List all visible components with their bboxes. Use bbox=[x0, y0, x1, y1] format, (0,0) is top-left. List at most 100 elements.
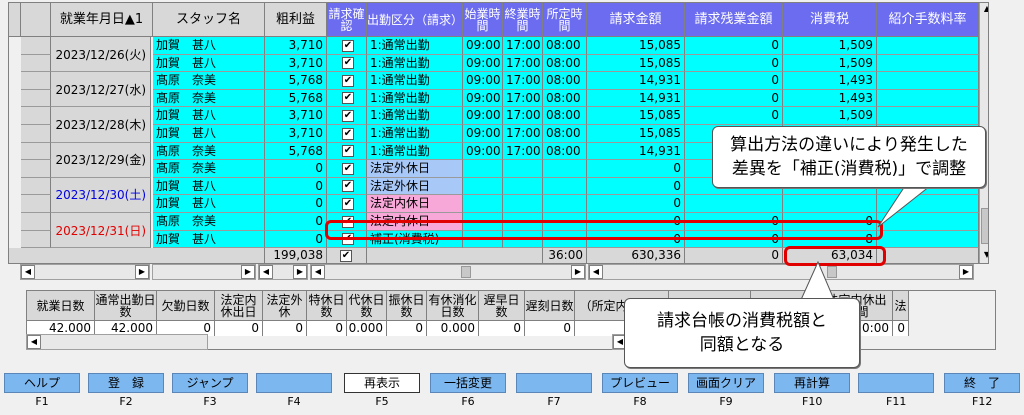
cell-fee[interactable] bbox=[877, 37, 979, 55]
cell-overtime[interactable] bbox=[685, 195, 783, 213]
cell-amount[interactable]: 15,085 bbox=[587, 107, 685, 125]
confirm-checkbox[interactable]: ✔ bbox=[342, 127, 354, 140]
date-cell[interactable]: 2023/12/30(土) bbox=[51, 177, 151, 213]
cell-tax[interactable]: 1,509 bbox=[783, 107, 877, 125]
cell-tax[interactable]: 1,509 bbox=[783, 54, 877, 73]
col-header-kubun[interactable]: 出勤区分（請求） bbox=[367, 3, 463, 37]
cell-fixed[interactable]: 08:00 bbox=[543, 89, 587, 108]
cell-end[interactable]: 17:00 bbox=[503, 37, 543, 55]
total-checkbox[interactable]: ✔ bbox=[340, 249, 352, 262]
hscroll-main-left-arrow[interactable]: ◀ bbox=[311, 265, 325, 279]
fkey-f12-button[interactable]: 終 了 bbox=[944, 373, 1020, 393]
row-selector[interactable] bbox=[21, 195, 51, 213]
cell-tax[interactable] bbox=[783, 195, 877, 213]
cell-profit[interactable]: 0 bbox=[265, 160, 327, 178]
cell-kubun[interactable]: 1:通常出勤 bbox=[367, 142, 463, 161]
cell-fee[interactable] bbox=[877, 89, 979, 108]
row-selector[interactable] bbox=[21, 213, 51, 231]
cell-start[interactable] bbox=[463, 160, 503, 178]
cell-kubun[interactable]: 法定外休日 bbox=[367, 160, 463, 178]
cell-end[interactable] bbox=[503, 195, 543, 213]
cell-fixed[interactable]: 08:00 bbox=[543, 37, 587, 55]
cell-amount[interactable]: 15,085 bbox=[587, 54, 685, 73]
fkey-f2-button[interactable]: 登 録 bbox=[88, 373, 164, 393]
cell-kubun[interactable]: 1:通常出勤 bbox=[367, 125, 463, 143]
row-selector[interactable] bbox=[21, 125, 51, 143]
cell-amount[interactable]: 15,085 bbox=[587, 125, 685, 143]
cell-staff[interactable]: 加賀 甚八 bbox=[153, 54, 265, 73]
row-selector[interactable] bbox=[21, 37, 51, 55]
fkey-f7-button[interactable] bbox=[516, 373, 592, 393]
col-header-tax[interactable]: 消費税 bbox=[783, 3, 877, 37]
fkey-f5-button[interactable]: 再表示 bbox=[344, 373, 420, 393]
cell-end[interactable]: 17:00 bbox=[503, 54, 543, 73]
fkey-f6-button[interactable]: 一括変更 bbox=[430, 373, 506, 393]
cell-end[interactable] bbox=[503, 177, 543, 196]
date-cell[interactable]: 2023/12/31(日) bbox=[51, 213, 151, 249]
row-selector[interactable] bbox=[21, 230, 51, 249]
cell-staff[interactable]: 髙原 奈美 bbox=[153, 89, 265, 108]
hscroll-main-thumb[interactable] bbox=[461, 266, 471, 278]
cell-amount[interactable]: 14,931 bbox=[587, 89, 685, 108]
cell-overtime[interactable]: 0 bbox=[685, 54, 783, 73]
scroll-up-arrow[interactable]: ▲ bbox=[980, 3, 988, 17]
confirm-checkbox[interactable]: ✔ bbox=[342, 57, 354, 70]
cell-start[interactable] bbox=[463, 177, 503, 196]
cell-confirm[interactable]: ✔ bbox=[327, 125, 367, 143]
cell-staff[interactable]: 髙原 奈美 bbox=[153, 160, 265, 178]
vscroll-thumb[interactable] bbox=[981, 208, 988, 244]
summary-hscroll-left[interactable]: ◀ bbox=[26, 334, 208, 350]
hscroll-main-right-arrow[interactable]: ▶ bbox=[571, 265, 585, 279]
scroll-down-arrow[interactable]: ▼ bbox=[980, 249, 988, 263]
cell-kubun[interactable]: 1:通常出勤 bbox=[367, 37, 463, 55]
row-selector[interactable] bbox=[21, 142, 51, 161]
cell-amount[interactable]: 0 bbox=[587, 177, 685, 196]
cell-start[interactable] bbox=[463, 195, 503, 213]
cell-kubun[interactable]: 法定内休日 bbox=[367, 195, 463, 213]
cell-amount[interactable]: 14,931 bbox=[587, 72, 685, 90]
cell-tax[interactable]: 1,493 bbox=[783, 89, 877, 108]
cell-end[interactable]: 17:00 bbox=[503, 72, 543, 90]
fkey-f3-button[interactable]: ジャンプ bbox=[172, 373, 248, 393]
cell-end[interactable]: 17:00 bbox=[503, 142, 543, 161]
col-header-staff[interactable]: スタッフ名 bbox=[153, 3, 265, 37]
col-header-date[interactable]: 就業年月日▲1 bbox=[51, 3, 153, 37]
cell-profit[interactable]: 3,710 bbox=[265, 37, 327, 55]
cell-fee[interactable] bbox=[877, 213, 979, 231]
row-selector[interactable] bbox=[21, 72, 51, 90]
cell-profit[interactable]: 0 bbox=[265, 230, 327, 249]
hscroll-left-arrow[interactable]: ◀ bbox=[21, 265, 35, 279]
confirm-checkbox[interactable]: ✔ bbox=[342, 197, 354, 210]
cell-profit[interactable]: 5,768 bbox=[265, 72, 327, 90]
cell-fixed[interactable]: 08:00 bbox=[543, 54, 587, 73]
col-header-overtime[interactable]: 請求残業金額 bbox=[685, 3, 783, 37]
col-header-fee[interactable]: 紹介手数料率 bbox=[877, 3, 979, 37]
cell-start[interactable]: 09:00 bbox=[463, 72, 503, 90]
cell-fixed[interactable]: 08:00 bbox=[543, 107, 587, 125]
cell-staff[interactable]: 髙原 奈美 bbox=[153, 142, 265, 161]
col-header-confirm[interactable]: 請求確認 bbox=[327, 3, 367, 37]
cell-staff[interactable]: 加賀 甚八 bbox=[153, 107, 265, 125]
cell-start[interactable]: 09:00 bbox=[463, 107, 503, 125]
cell-fee[interactable] bbox=[877, 230, 979, 249]
confirm-checkbox[interactable]: ✔ bbox=[342, 162, 354, 175]
cell-confirm[interactable]: ✔ bbox=[327, 54, 367, 73]
cell-tax[interactable]: 1,509 bbox=[783, 37, 877, 55]
cell-profit[interactable]: 0 bbox=[265, 213, 327, 231]
hscroll-profit-right-arrow[interactable]: ▶ bbox=[293, 265, 307, 279]
date-cell[interactable]: 2023/12/29(金) bbox=[51, 142, 151, 178]
cell-staff[interactable]: 加賀 甚八 bbox=[153, 37, 265, 55]
hscroll-left[interactable]: ◀ ▶ bbox=[20, 264, 150, 280]
hscroll-profit-left-arrow[interactable]: ◀ bbox=[259, 265, 273, 279]
fkey-f11-button[interactable] bbox=[858, 373, 934, 393]
cell-end[interactable]: 17:00 bbox=[503, 89, 543, 108]
date-cell[interactable]: 2023/12/27(水) bbox=[51, 72, 151, 108]
hscroll-profit[interactable]: ◀ ▶ bbox=[258, 264, 308, 280]
cell-profit[interactable]: 0 bbox=[265, 177, 327, 196]
cell-profit[interactable]: 5,768 bbox=[265, 142, 327, 161]
cell-confirm[interactable]: ✔ bbox=[327, 37, 367, 55]
summary-hscroll-left-arrow[interactable]: ◀ bbox=[27, 335, 41, 349]
cell-start[interactable]: 09:00 bbox=[463, 37, 503, 55]
confirm-checkbox[interactable]: ✔ bbox=[342, 39, 354, 52]
cell-staff[interactable]: 加賀 甚八 bbox=[153, 230, 265, 249]
